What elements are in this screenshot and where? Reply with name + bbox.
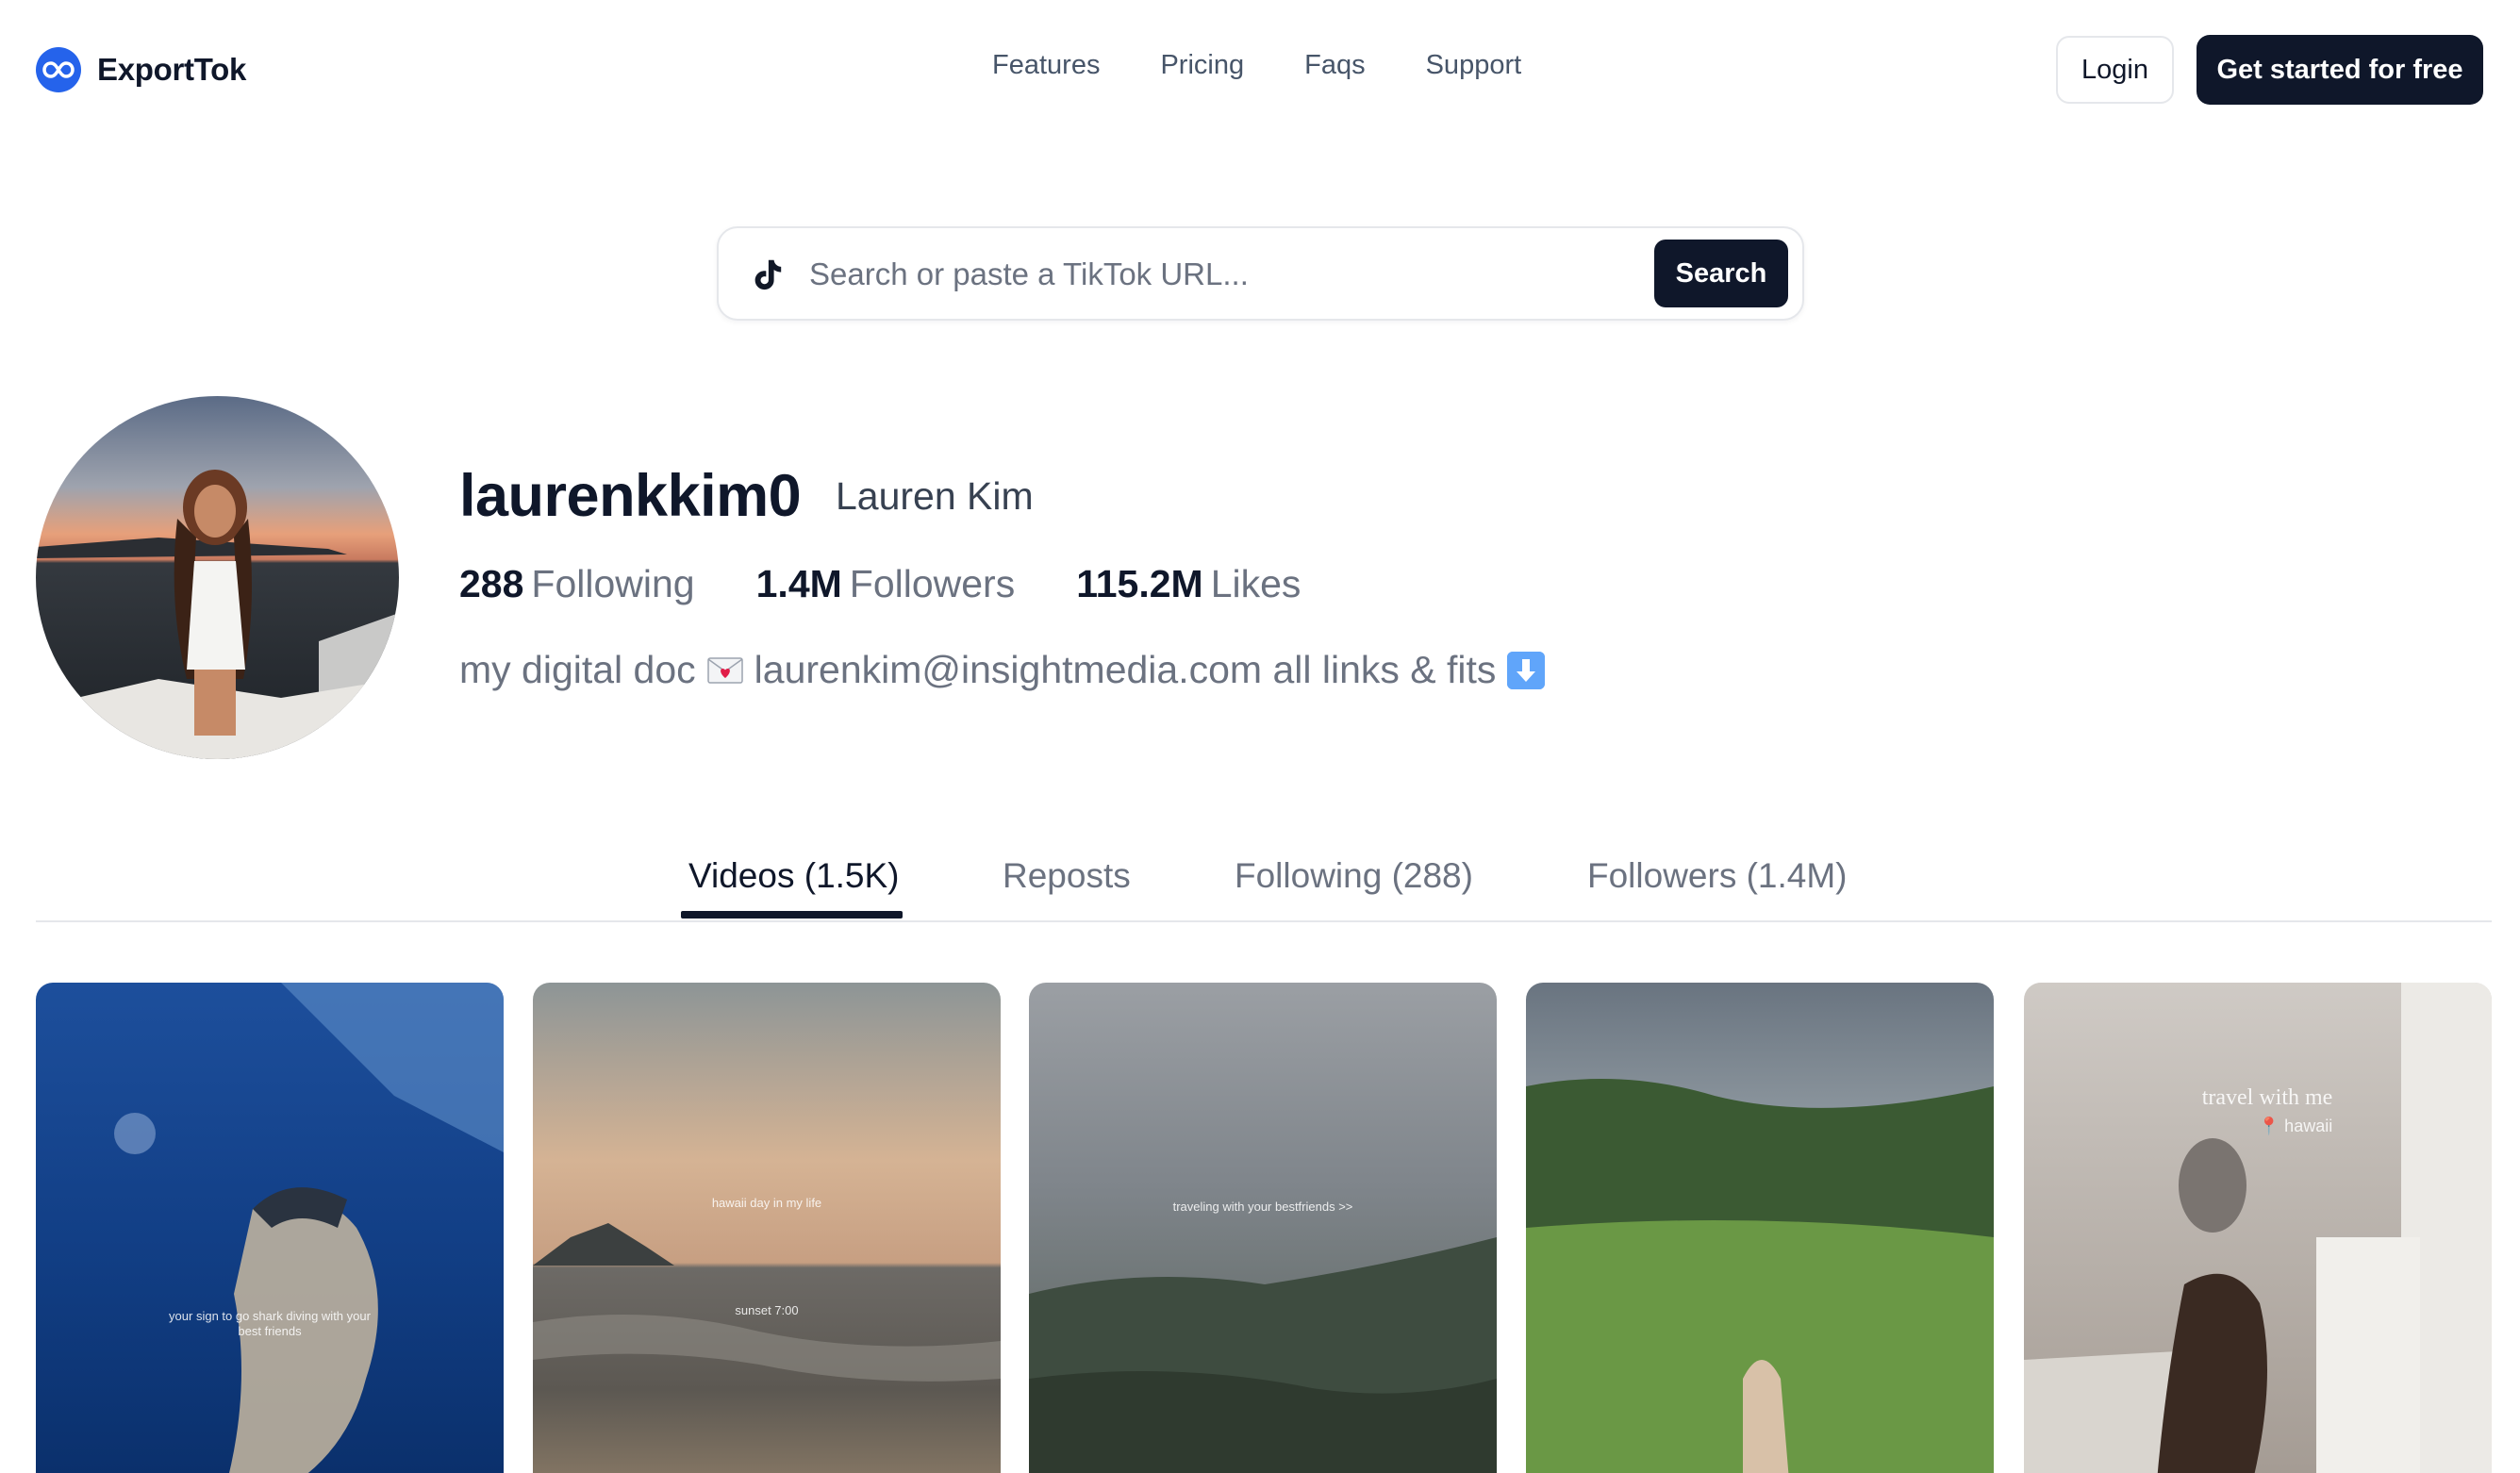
- profile-display-name: Lauren Kim: [836, 474, 1034, 518]
- brand[interactable]: ExportTok: [36, 47, 246, 92]
- down-arrow-icon: [1507, 651, 1546, 689]
- video-subcaption: sunset 7:00: [735, 1303, 799, 1317]
- video-caption: your sign to go shark diving with your b…: [169, 1309, 371, 1338]
- stat-following[interactable]: 288 Following: [459, 562, 695, 606]
- nav-pricing[interactable]: Pricing: [1160, 50, 1244, 81]
- video-thumbnail[interactable]: your sign to go shark diving with your b…: [36, 983, 504, 1473]
- stat-followers[interactable]: 1.4M Followers: [756, 562, 1016, 606]
- search-button[interactable]: Search: [1654, 240, 1788, 307]
- main-nav: Features Pricing Faqs Support: [992, 50, 1582, 81]
- video-thumbnail[interactable]: traveling with your bestfriends >>: [1029, 983, 1497, 1473]
- stat-label: Following: [531, 562, 695, 605]
- stat-likes: 115.2M Likes: [1076, 562, 1301, 606]
- tiktok-icon: [754, 259, 782, 290]
- stat-value: 1.4M: [755, 562, 842, 605]
- nav-faqs[interactable]: Faqs: [1304, 50, 1365, 81]
- stat-label: Followers: [849, 562, 1016, 605]
- tab-videos[interactable]: Videos (1.5K): [688, 856, 900, 896]
- video-grid: your sign to go shark diving with your b…: [36, 983, 2492, 1473]
- bio-email-text: laurenkim@insightmedia.com all links & f…: [754, 648, 1497, 691]
- tab-followers[interactable]: Followers (1.4M): [1587, 856, 1848, 896]
- video-thumbnail[interactable]: hawaii day in my life sunset 7:00: [533, 983, 1001, 1473]
- love-letter-icon: [706, 656, 743, 684]
- profile-tabs: Videos (1.5K) Reposts Following (288) Fo…: [36, 849, 2492, 922]
- active-tab-indicator: [681, 911, 903, 919]
- infinity-logo-icon: [36, 47, 81, 92]
- bio-text: my digital doc: [459, 648, 696, 691]
- avatar: [36, 396, 399, 759]
- stat-value: 115.2M: [1076, 562, 1203, 605]
- login-button[interactable]: Login: [2056, 36, 2174, 104]
- search-input[interactable]: [809, 251, 1564, 298]
- video-thumbnail[interactable]: travel with me 📍 hawaii: [2024, 983, 2492, 1473]
- video-thumbnail[interactable]: [1526, 983, 1994, 1473]
- stat-value: 288: [459, 562, 524, 605]
- profile-stats: 288 Following 1.4M Followers 115.2M Likes: [459, 562, 1362, 606]
- stat-label: Likes: [1210, 562, 1301, 605]
- nav-features[interactable]: Features: [992, 50, 1100, 81]
- nav-support[interactable]: Support: [1426, 50, 1522, 81]
- tab-following[interactable]: Following (288): [1235, 856, 1473, 896]
- tab-reposts[interactable]: Reposts: [1003, 856, 1131, 896]
- get-started-button[interactable]: Get started for free: [2197, 35, 2483, 105]
- search-bar: Search: [717, 226, 1804, 321]
- top-header: ExportTok Features Pricing Faqs Support …: [0, 0, 2520, 140]
- video-subcaption: 📍 hawaii: [2258, 1117, 2333, 1135]
- profile-username: laurenkkim0: [459, 463, 802, 529]
- video-caption: travel with me: [2201, 1085, 2333, 1110]
- video-caption: hawaii day in my life: [711, 1196, 822, 1210]
- profile-bio: my digital doc laurenkim@insightmedia.co…: [459, 648, 1546, 692]
- brand-name: ExportTok: [97, 52, 247, 87]
- video-caption: traveling with your bestfriends >>: [1172, 1200, 1353, 1214]
